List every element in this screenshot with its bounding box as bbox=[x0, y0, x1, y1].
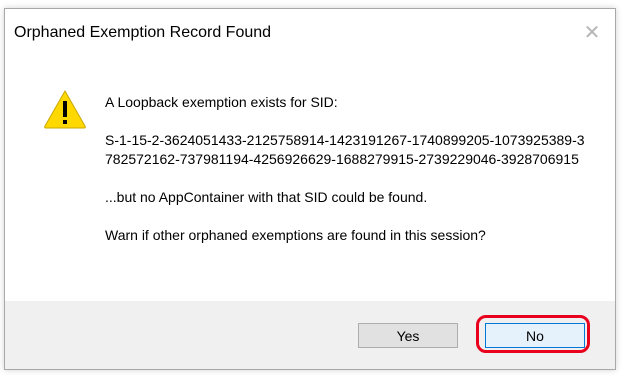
message-question: Warn if other orphaned exemptions are fo… bbox=[105, 227, 486, 243]
yes-button[interactable]: Yes bbox=[358, 323, 458, 348]
message-sid: S-1-15-2-3624051433-2125758914-142319126… bbox=[105, 132, 585, 167]
button-bar: Yes No bbox=[5, 301, 615, 369]
close-icon: ✕ bbox=[583, 21, 601, 44]
message-dialog: Orphaned Exemption Record Found ✕ A Loop… bbox=[4, 8, 616, 370]
message-text: A Loopback exemption exists for SID: S-1… bbox=[105, 93, 585, 245]
message-not-found: ...but no AppContainer with that SID cou… bbox=[105, 189, 428, 205]
title-bar: Orphaned Exemption Record Found ✕ bbox=[5, 9, 615, 55]
no-button[interactable]: No bbox=[485, 323, 585, 348]
close-button[interactable]: ✕ bbox=[575, 17, 609, 47]
message-intro: A Loopback exemption exists for SID: bbox=[105, 94, 338, 110]
dialog-title: Orphaned Exemption Record Found bbox=[14, 24, 272, 41]
dialog-content: A Loopback exemption exists for SID: S-1… bbox=[5, 55, 615, 303]
warning-icon bbox=[44, 89, 86, 129]
